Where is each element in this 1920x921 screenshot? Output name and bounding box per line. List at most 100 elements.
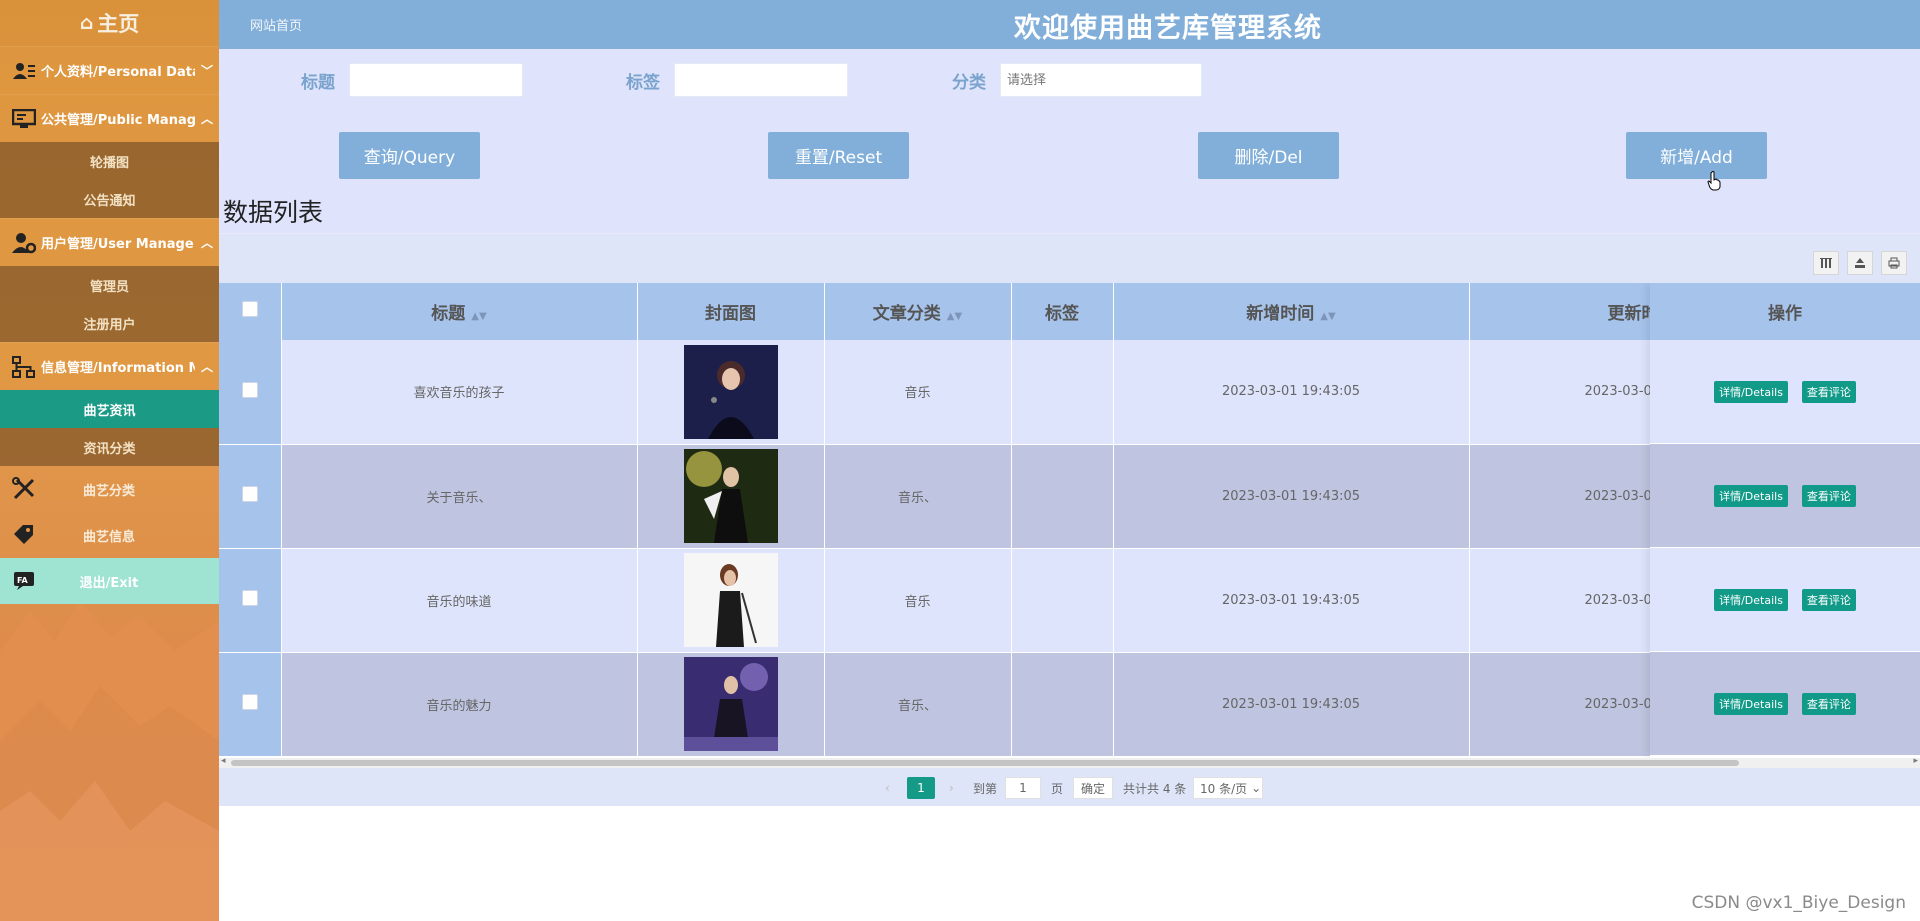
sidebar-item-label: 曲艺分类 <box>82 483 135 499</box>
sidebar-item-registered-users[interactable]: 注册用户 <box>0 304 219 342</box>
cell-tag <box>1011 444 1114 549</box>
view-comments-button[interactable]: 查看评论 <box>1801 588 1856 611</box>
row-checkbox[interactable] <box>241 486 258 502</box>
horizontal-scrollbar[interactable]: ◂ ▸ <box>219 756 1920 768</box>
column-header-title[interactable]: 标题 ▲▼ <box>281 283 638 340</box>
sidebar-group-personal[interactable]: 个人资料/Personal Data ﹀ <box>0 46 219 94</box>
chevron-down-icon: ﹀ <box>200 64 213 78</box>
view-comments-button[interactable]: 查看评论 <box>1801 380 1856 403</box>
details-button[interactable]: 详情/Details <box>1714 588 1788 611</box>
sidebar-group-user[interactable]: 用户管理/User Manage ︿ <box>0 218 219 266</box>
search-panel: 标题 标签 分类 请选择 查询/Query 重置/Reset 删除/Del 新增… <box>219 49 1920 233</box>
cover-image <box>683 553 778 647</box>
sitemap-icon <box>9 352 39 382</box>
view-comments-button[interactable]: 查看评论 <box>1801 692 1856 715</box>
pagination: ‹ 1 › 到第 1 页 确定 共计共 4 条 10 条/页 ⌄ <box>219 768 1920 806</box>
tag-input[interactable] <box>674 63 848 97</box>
tag-field: 标签 <box>626 63 848 97</box>
export-icon[interactable] <box>1847 251 1873 275</box>
columns-icon[interactable] <box>1813 251 1839 275</box>
sidebar-item-news-category[interactable]: 资讯分类 <box>0 428 219 466</box>
cell-category: 音乐 <box>824 548 1012 653</box>
query-button[interactable]: 查询/Query <box>339 132 480 179</box>
sort-icon[interactable]: ▲▼ <box>947 311 962 322</box>
print-icon[interactable] <box>1881 251 1907 275</box>
sidebar-item-carousel[interactable]: 轮播图 <box>0 142 219 180</box>
sidebar-group-label: 公共管理/Public Manage <box>41 113 195 128</box>
site-home-link[interactable]: 网站首页 <box>250 15 450 34</box>
sort-icon[interactable]: ▲▼ <box>1320 311 1335 322</box>
sidebar-item-opera-category[interactable]: 曲艺分类 <box>0 466 219 512</box>
cell-cover <box>637 548 825 653</box>
cell-title: 关于音乐、 <box>281 444 638 549</box>
chevron-up-icon: ︿ <box>200 236 213 250</box>
row-checkbox[interactable] <box>241 381 258 398</box>
mountain-background <box>0 601 219 921</box>
scroll-right-icon[interactable]: ▸ <box>1913 756 1918 766</box>
delete-button[interactable]: 删除/Del <box>1198 132 1339 179</box>
cell-created: 2023-03-01 19:43:05 <box>1113 444 1470 549</box>
cell-title: 音乐的味道 <box>281 548 638 653</box>
row-actions: 详情/Details 查看评论 <box>1650 444 1920 548</box>
next-page-icon[interactable]: › <box>949 777 954 799</box>
sidebar-item-opera-info[interactable]: 曲艺信息 <box>0 512 219 558</box>
reset-button[interactable]: 重置/Reset <box>768 132 909 179</box>
sidebar-item-notice[interactable]: 公告通知 <box>0 180 219 218</box>
row-checkbox[interactable] <box>241 694 258 710</box>
column-header-category[interactable]: 文章分类 ▲▼ <box>824 283 1012 340</box>
select-all-cell <box>219 283 282 340</box>
user-gear-icon <box>9 228 39 258</box>
goto-prefix: 到第 <box>973 781 998 796</box>
cell-tag <box>1011 548 1114 653</box>
tag-label: 标签 <box>626 72 660 93</box>
details-button[interactable]: 详情/Details <box>1714 484 1788 507</box>
sidebar-item-admin[interactable]: 管理员 <box>0 266 219 304</box>
top-header: 网站首页 欢迎使用曲艺库管理系统 <box>219 0 1920 49</box>
prev-page-icon[interactable]: ‹ <box>885 777 890 799</box>
data-table: 标题 ▲▼ 封面图 文章分类 ▲▼ 标签 新增时间 ▲▼ 更新时 喜欢音乐的孩子 音乐… <box>219 283 1920 758</box>
cell-title: 喜欢音乐的孩子 <box>281 340 638 445</box>
row-actions: 详情/Details 查看评论 <box>1650 340 1920 444</box>
page-number-current[interactable]: 1 <box>907 777 935 799</box>
sidebar-group-public[interactable]: 公共管理/Public Manage ︿ <box>0 94 219 142</box>
row-checkbox[interactable] <box>241 590 258 606</box>
category-field: 分类 请选择 <box>952 63 1202 97</box>
scrollbar-thumb[interactable] <box>231 760 1739 766</box>
column-header-tag: 标签 <box>1011 283 1114 340</box>
row-select-cell <box>219 548 282 653</box>
sidebar-group-label: 用户管理/User Manage <box>41 237 194 252</box>
row-select-cell <box>219 652 282 757</box>
row-actions: 详情/Details 查看评论 <box>1650 652 1920 756</box>
category-select[interactable]: 请选择 <box>1000 63 1202 97</box>
cell-tag <box>1011 652 1114 757</box>
sidebar-submenu-user: 管理员 注册用户 <box>0 266 219 342</box>
column-header-created[interactable]: 新增时间 ▲▼ <box>1113 283 1470 340</box>
column-header-actions: 操作 <box>1650 283 1920 340</box>
sort-icon[interactable]: ▲▼ <box>471 311 486 322</box>
table-toolbar <box>219 233 1920 283</box>
exit-icon: FA <box>9 566 39 596</box>
chevron-up-icon: ︿ <box>200 112 213 126</box>
sidebar-home-label: 主页 <box>97 12 140 36</box>
sidebar-home[interactable]: ⌂ 主页 <box>0 0 219 46</box>
scroll-left-icon[interactable]: ◂ <box>221 756 226 766</box>
row-actions: 详情/Details 查看评论 <box>1650 548 1920 652</box>
page-size-select[interactable]: 10 条/页 ⌄ <box>1193 777 1263 799</box>
tools-icon <box>9 474 39 504</box>
select-all-checkbox[interactable] <box>241 301 258 317</box>
cell-created: 2023-03-01 19:43:05 <box>1113 340 1470 445</box>
title-input[interactable] <box>349 63 523 97</box>
cell-created: 2023-03-01 19:43:05 <box>1113 652 1470 757</box>
goto-page-input[interactable]: 1 <box>1005 777 1041 799</box>
details-button[interactable]: 详情/Details <box>1714 380 1788 403</box>
view-comments-button[interactable]: 查看评论 <box>1801 484 1856 507</box>
title-label: 标题 <box>301 72 335 93</box>
sidebar-item-exit[interactable]: FA 退出/Exit <box>0 558 219 604</box>
sidebar-group-information[interactable]: 信息管理/Information Manage ︿ <box>0 342 219 390</box>
operation-column: 操作 详情/Details 查看评论 详情/Details 查看评论 详情/De… <box>1650 283 1920 758</box>
sidebar-item-opera-news[interactable]: 曲艺资讯 <box>0 390 219 428</box>
goto-confirm-button[interactable]: 确定 <box>1073 777 1113 799</box>
details-button[interactable]: 详情/Details <box>1714 692 1788 715</box>
add-button[interactable]: 新增/Add <box>1626 132 1767 179</box>
cell-cover <box>637 444 825 549</box>
